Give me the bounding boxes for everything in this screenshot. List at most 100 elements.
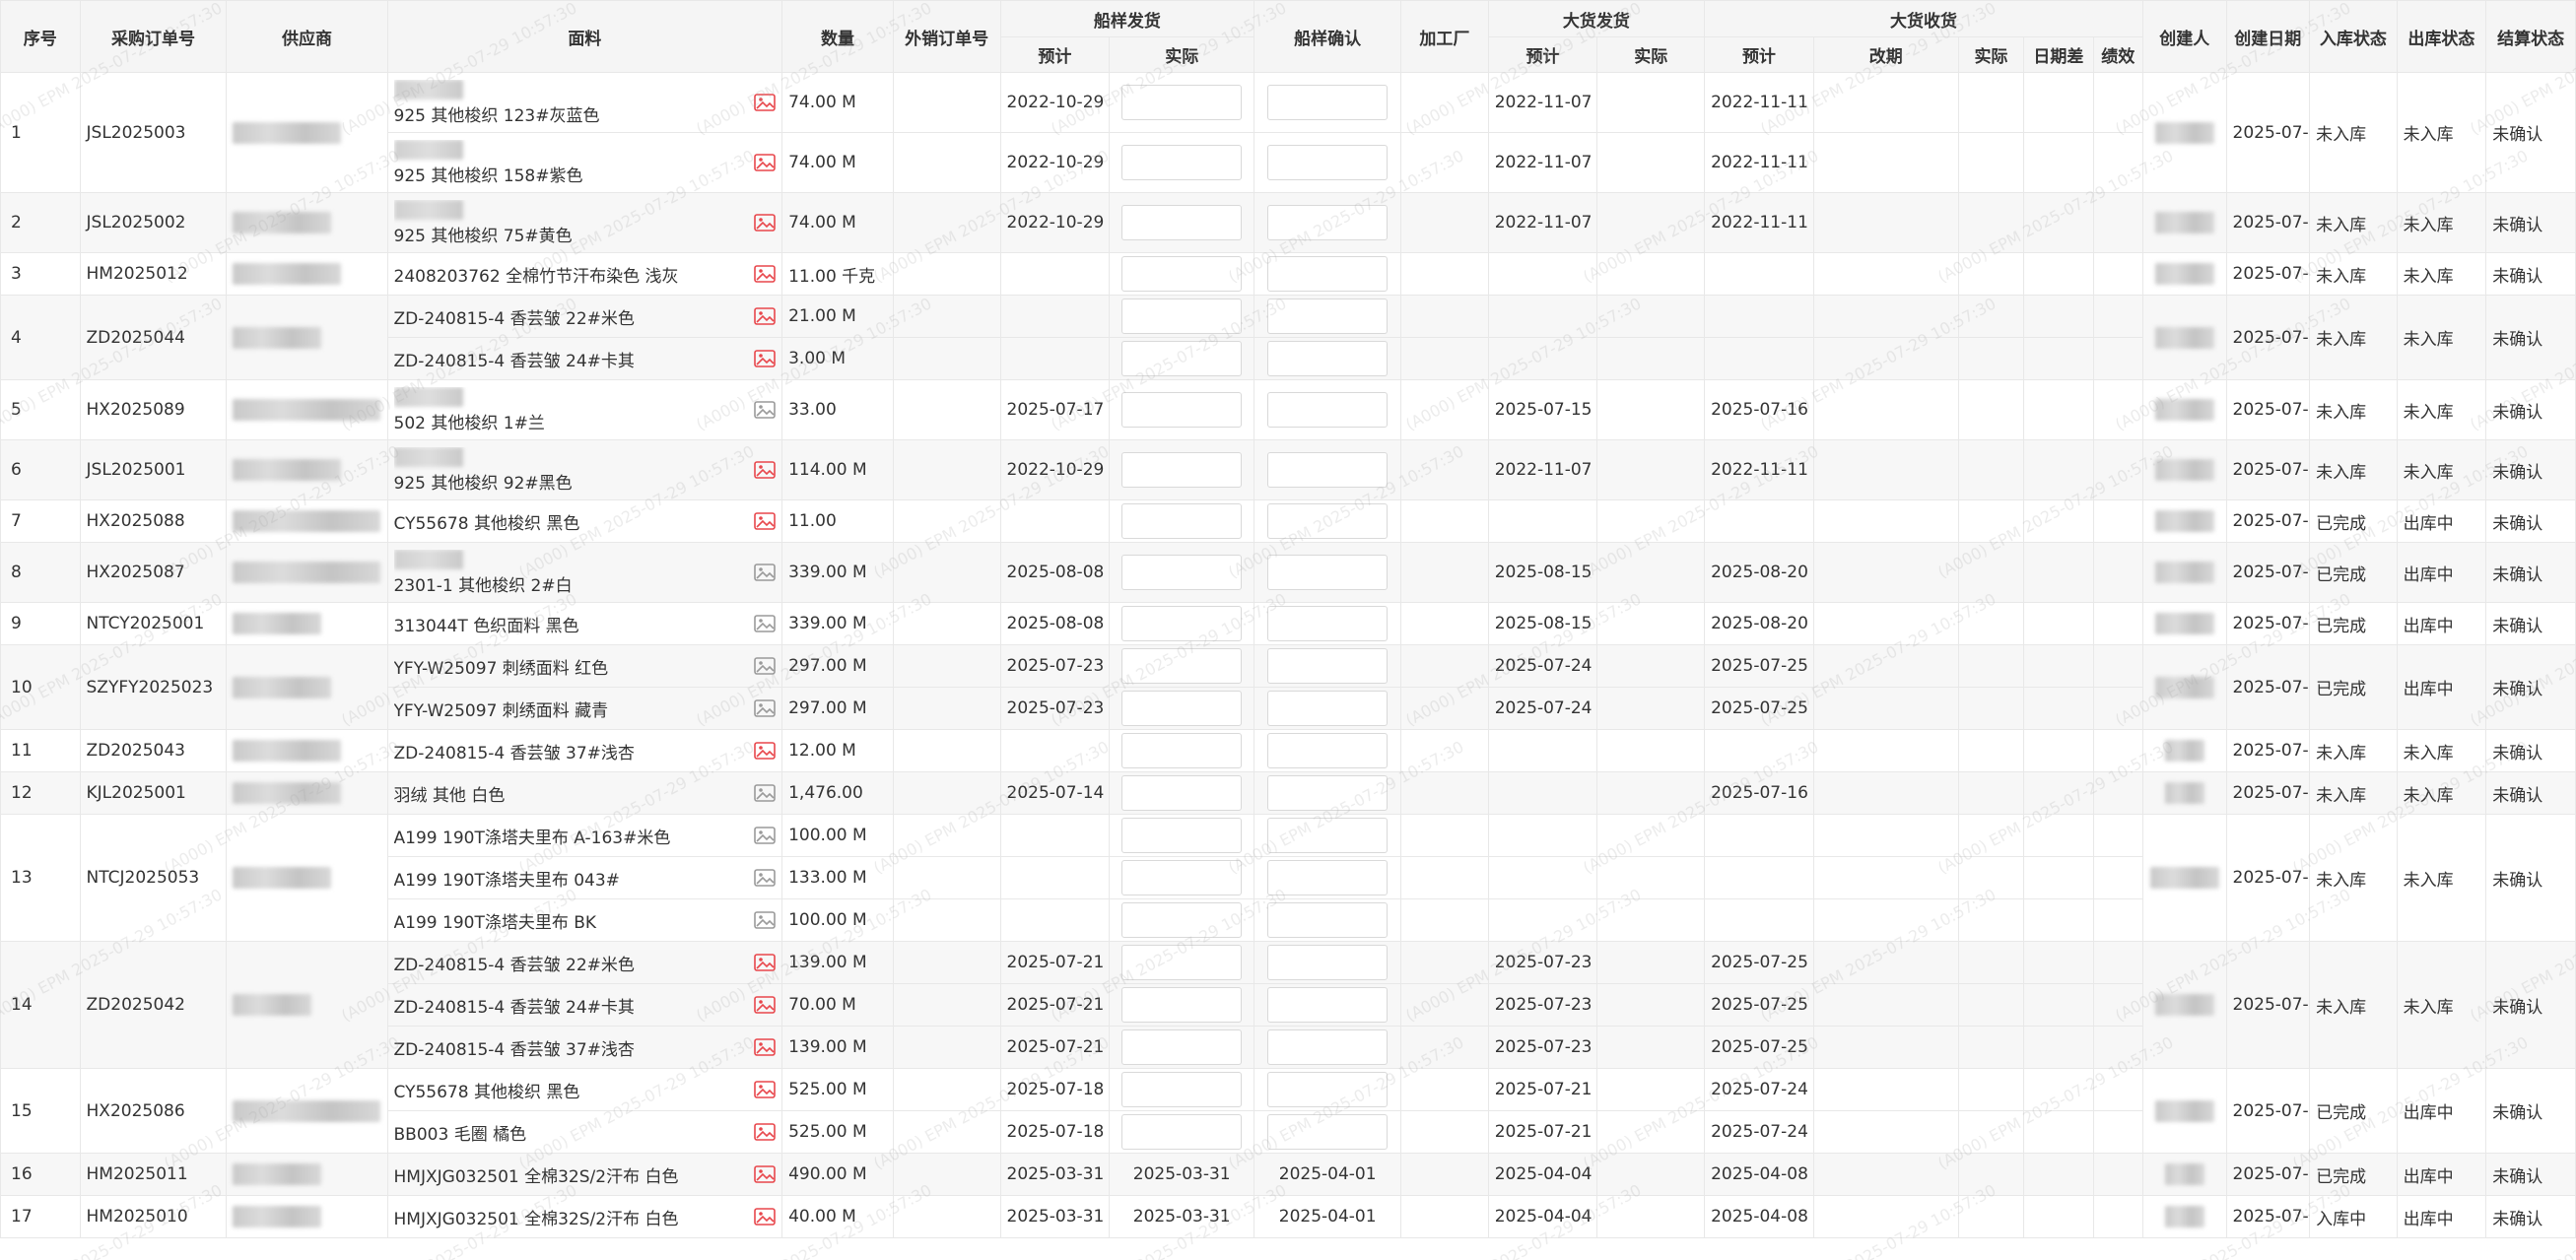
image-icon[interactable] (754, 265, 776, 283)
ship-sample-actual-input[interactable] (1121, 341, 1243, 376)
image-icon[interactable] (754, 784, 776, 802)
table-row: 5 HX2025089 502 其他梭织 1#兰 33.00 2025-07-17 202… (0, 379, 2576, 440)
cell-po[interactable]: KJL2025001 (79, 771, 228, 815)
image-icon[interactable] (754, 869, 776, 887)
image-icon[interactable] (754, 154, 776, 171)
ship-confirm-input[interactable] (1267, 1029, 1389, 1065)
ship-sample-actual-input[interactable] (1121, 1114, 1243, 1150)
ship-confirm-input[interactable] (1267, 945, 1389, 980)
ship-confirm-input[interactable] (1267, 555, 1389, 590)
cell-po[interactable]: HX2025088 (79, 499, 228, 543)
ship-sample-actual-input[interactable] (1121, 1072, 1243, 1107)
ship-confirm-input[interactable] (1267, 691, 1389, 726)
ship-confirm-input[interactable] (1267, 392, 1389, 428)
ship-sample-actual-input[interactable] (1121, 987, 1243, 1023)
ship-confirm-input[interactable] (1267, 860, 1389, 895)
image-icon[interactable] (754, 1123, 776, 1141)
ship-confirm-input[interactable] (1267, 818, 1389, 853)
ship-sample-actual-input[interactable] (1121, 555, 1243, 590)
cell-po[interactable]: HM2025011 (79, 1153, 228, 1196)
image-icon[interactable] (754, 657, 776, 675)
ship-confirm-input[interactable] (1267, 256, 1389, 292)
cell-po[interactable]: JSL2025001 (79, 439, 228, 500)
ship-confirm-input[interactable] (1267, 606, 1389, 641)
ship-sample-actual-input[interactable] (1121, 256, 1243, 292)
image-icon[interactable] (754, 94, 776, 111)
ship-sample-actual-input[interactable] (1121, 733, 1243, 768)
cell-po[interactable]: HX2025089 (79, 379, 228, 440)
ship-confirm-input[interactable] (1267, 733, 1389, 768)
ship-sample-actual-input[interactable] (1121, 902, 1243, 938)
ship-confirm-input[interactable] (1267, 1114, 1389, 1150)
table-row: 11 ZD2025043 ZD-240815-4 香芸皱 37#浅杏 12.00 M 2… (0, 729, 2576, 772)
cell-bulk-ship-plan (1487, 295, 1598, 338)
ship-confirm-input[interactable] (1267, 205, 1389, 240)
ship-sample-actual-input[interactable] (1121, 503, 1243, 539)
cell-po[interactable]: ZD2025044 (79, 295, 228, 380)
cell-po[interactable]: ZD2025042 (79, 941, 228, 1069)
ship-sample-actual-input[interactable] (1121, 606, 1243, 641)
ship-confirm-input[interactable] (1267, 648, 1389, 684)
cell-po[interactable]: NTCY2025001 (79, 602, 228, 645)
supplier-redacted (233, 613, 322, 634)
image-icon[interactable] (754, 214, 776, 232)
image-icon[interactable] (754, 350, 776, 367)
ship-confirm-input[interactable] (1267, 987, 1389, 1023)
image-icon[interactable] (754, 911, 776, 929)
cell-bulk-recv-plan: 2025-07-24 (1704, 1068, 1814, 1111)
image-icon[interactable] (754, 1038, 776, 1056)
image-icon[interactable] (754, 699, 776, 717)
ship-confirm-input[interactable] (1267, 503, 1389, 539)
image-icon[interactable] (754, 401, 776, 419)
ship-confirm-input[interactable] (1267, 298, 1389, 334)
ship-confirm-input[interactable] (1267, 775, 1389, 811)
ship-sample-actual-input[interactable] (1121, 85, 1243, 120)
cell-bulk-ship-actual (1596, 898, 1706, 942)
image-icon[interactable] (754, 461, 776, 479)
ship-sample-actual-input[interactable] (1121, 145, 1243, 180)
cell-po[interactable]: ZD2025043 (79, 729, 228, 772)
ship-sample-actual-input[interactable] (1121, 1029, 1243, 1065)
image-icon[interactable] (754, 564, 776, 581)
ship-confirm-input[interactable] (1267, 341, 1389, 376)
ship-sample-actual-input[interactable] (1121, 298, 1243, 334)
cell-po[interactable]: JSL2025002 (79, 192, 228, 253)
image-icon[interactable] (754, 954, 776, 971)
image-icon[interactable] (754, 512, 776, 530)
cell-po[interactable]: HM2025012 (79, 252, 228, 296)
cell-ship-sample-plan (999, 898, 1111, 942)
image-icon[interactable] (754, 1208, 776, 1226)
ship-sample-actual-input[interactable] (1121, 860, 1243, 895)
image-icon[interactable] (754, 827, 776, 844)
image-icon[interactable] (754, 1165, 776, 1183)
cell-po[interactable]: HX2025086 (79, 1068, 228, 1154)
cell-ship-sample-actual (1109, 687, 1255, 730)
image-icon[interactable] (754, 307, 776, 325)
image-icon[interactable] (754, 742, 776, 760)
cell-po[interactable]: NTCJ2025053 (79, 814, 228, 942)
ship-confirm-input[interactable] (1267, 452, 1389, 488)
cell-po[interactable]: SZYFY2025023 (79, 644, 228, 730)
image-icon[interactable] (754, 996, 776, 1014)
ship-sample-actual-input[interactable] (1121, 205, 1243, 240)
ship-confirm-input[interactable] (1267, 145, 1389, 180)
cell-po[interactable]: JSL2025003 (79, 72, 228, 193)
cell-po[interactable]: HM2025010 (79, 1195, 228, 1238)
image-icon[interactable] (754, 1081, 776, 1098)
cell-ship-sample-actual (1109, 941, 1255, 984)
ship-sample-actual-input[interactable] (1121, 818, 1243, 853)
ship-confirm-input[interactable] (1267, 1072, 1389, 1107)
ship-sample-actual-input[interactable] (1121, 648, 1243, 684)
ship-sample-actual-input[interactable] (1121, 452, 1243, 488)
ship-confirm-input[interactable] (1267, 902, 1389, 938)
image-icon[interactable] (754, 615, 776, 632)
ship-sample-actual-input[interactable] (1121, 945, 1243, 980)
ship-sample-actual-input[interactable] (1121, 392, 1243, 428)
ship-sample-actual-input[interactable] (1121, 691, 1243, 726)
cell-seq: 7 (0, 499, 81, 543)
ship-sample-actual-input[interactable] (1121, 775, 1243, 811)
cell-po[interactable]: HX2025087 (79, 542, 228, 603)
cell-ship-sample-plan: 2025-08-08 (999, 602, 1111, 645)
ship-confirm-input[interactable] (1267, 85, 1389, 120)
cell-bulk-recv-actual (1957, 379, 2025, 440)
